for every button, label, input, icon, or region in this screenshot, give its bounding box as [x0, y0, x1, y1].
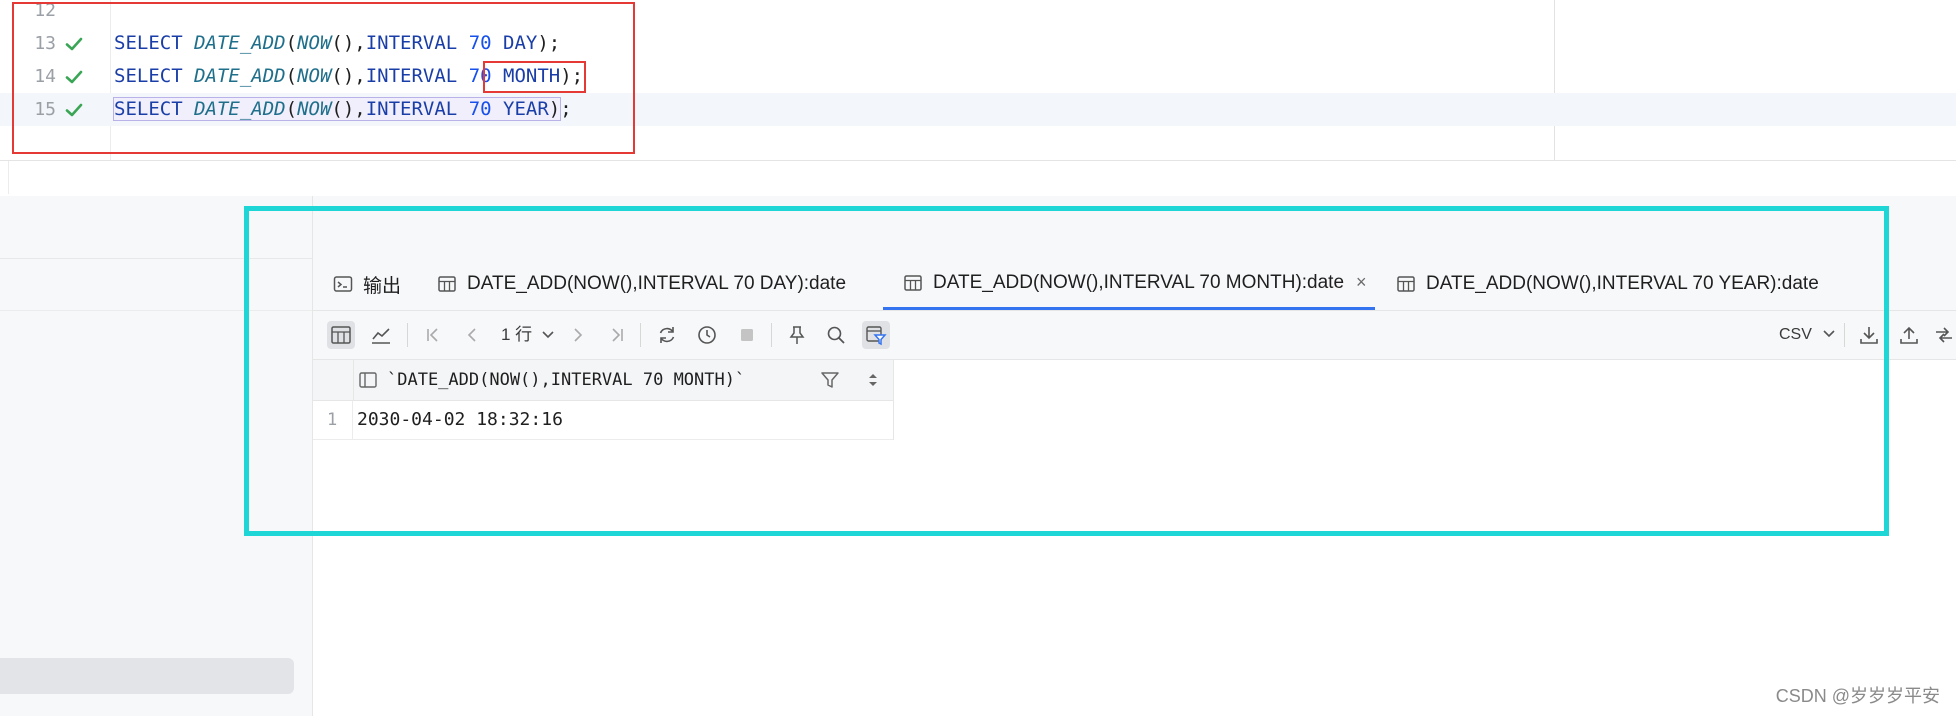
upload-button[interactable]: [1895, 321, 1923, 349]
red-highlight-box-month: [483, 61, 586, 93]
watermark: CSDN @岁岁岁平安: [1775, 686, 1940, 706]
selected-tree-item[interactable]: [0, 658, 294, 694]
cyan-highlight-box: [244, 206, 1889, 536]
upload-icon: [1900, 326, 1918, 344]
compare-icon: [1936, 327, 1952, 343]
editor-status-strip: [8, 161, 1956, 194]
compare-button[interactable]: [1932, 321, 1956, 349]
